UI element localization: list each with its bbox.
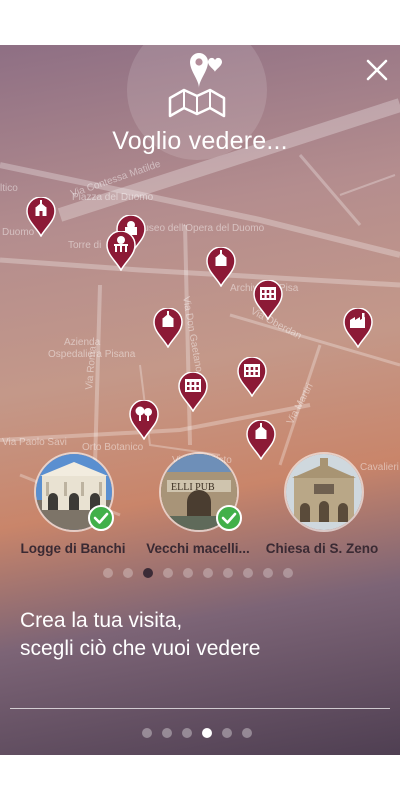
- pager-dot[interactable]: [162, 728, 172, 738]
- map-label: Piazza del Duomo: [72, 192, 154, 203]
- pager-dot[interactable]: [142, 728, 152, 738]
- carousel-page-indicator: [103, 568, 293, 578]
- pager-dot[interactable]: [202, 728, 212, 738]
- poi-thumbnail-chiesa-di-s-zeno[interactable]: [284, 452, 364, 532]
- carousel-dot[interactable]: [203, 568, 213, 578]
- selected-check-icon: [88, 505, 114, 531]
- map-label: Azienda: [64, 337, 101, 348]
- map-pin-monument[interactable]: [106, 231, 136, 271]
- caption: Crea la tua visita, scegli ciò che vuoi …: [20, 607, 260, 663]
- carousel-dot[interactable]: [223, 568, 233, 578]
- map-label: Museo dell'Opera del Duomo: [135, 223, 265, 234]
- poi-label: Logge di Banchi: [20, 541, 126, 556]
- map-label: Orto Botanico: [82, 442, 144, 453]
- map-pin-garden[interactable]: [129, 400, 159, 440]
- map-label: Via Don Gaetano: [180, 296, 204, 374]
- map-label: ltico: [0, 183, 18, 194]
- carousel-dot[interactable]: [183, 568, 193, 578]
- carousel-dot[interactable]: [123, 568, 133, 578]
- poi-label: Vecchi macelli...: [146, 541, 250, 556]
- pager-dot[interactable]: [182, 728, 192, 738]
- map-pin-palace[interactable]: [253, 280, 283, 320]
- svg-text:ELLI PUB: ELLI PUB: [171, 482, 215, 493]
- caption-line-2: scegli ciò che vuoi vedere: [20, 637, 261, 660]
- map-label: Torre di: [68, 240, 101, 251]
- carousel-dot[interactable]: [143, 568, 153, 578]
- map-label: Via Martiri: [285, 382, 316, 427]
- carousel-dot[interactable]: [103, 568, 113, 578]
- selected-check-icon: [216, 505, 242, 531]
- map-heart-icon: [162, 50, 232, 120]
- map-pin-church[interactable]: [206, 247, 236, 287]
- close-button[interactable]: [362, 55, 392, 85]
- caption-line-1: Crea la tua visita,: [20, 609, 183, 632]
- map-pin-church[interactable]: [26, 197, 56, 237]
- carousel-dot[interactable]: [163, 568, 173, 578]
- close-icon: [366, 59, 388, 81]
- map-pin-palace[interactable]: [178, 372, 208, 412]
- map-label: Cavalieri: [360, 462, 399, 473]
- carousel-dot[interactable]: [263, 568, 273, 578]
- poi-label: Chiesa di S. Zeno: [265, 541, 379, 556]
- page-title: Voglio vedere...: [112, 127, 288, 155]
- map-label: Via Paolo Savi: [2, 437, 67, 448]
- onboarding-page-indicator: [142, 728, 252, 738]
- carousel-dot[interactable]: [283, 568, 293, 578]
- pager-dot[interactable]: [222, 728, 232, 738]
- screen: Via Contessa Matilde Piazza del Duomo To…: [0, 45, 400, 755]
- pager-dot[interactable]: [242, 728, 252, 738]
- divider: [10, 708, 390, 709]
- map-pin-factory[interactable]: [343, 308, 373, 348]
- map-pin-church[interactable]: [153, 308, 183, 348]
- map-pin-palace[interactable]: [237, 357, 267, 397]
- map-pin-church[interactable]: [246, 420, 276, 460]
- carousel-dot[interactable]: [243, 568, 253, 578]
